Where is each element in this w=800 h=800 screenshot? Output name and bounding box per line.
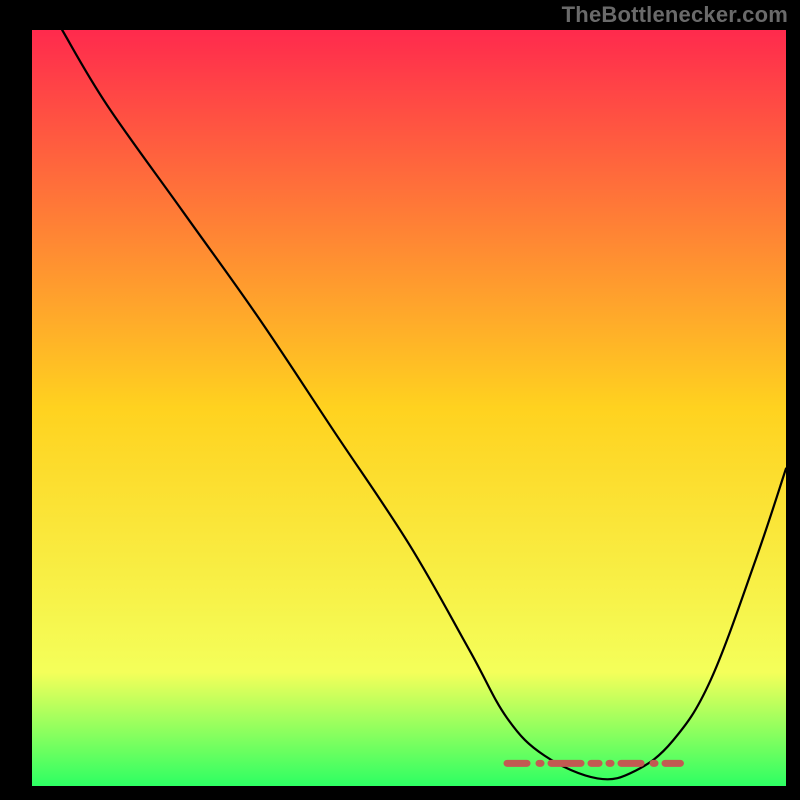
chart-stage: TheBottlenecker.com xyxy=(0,0,800,800)
gradient-background xyxy=(32,30,786,786)
chart-svg xyxy=(0,0,800,800)
watermark-text: TheBottlenecker.com xyxy=(562,2,788,28)
